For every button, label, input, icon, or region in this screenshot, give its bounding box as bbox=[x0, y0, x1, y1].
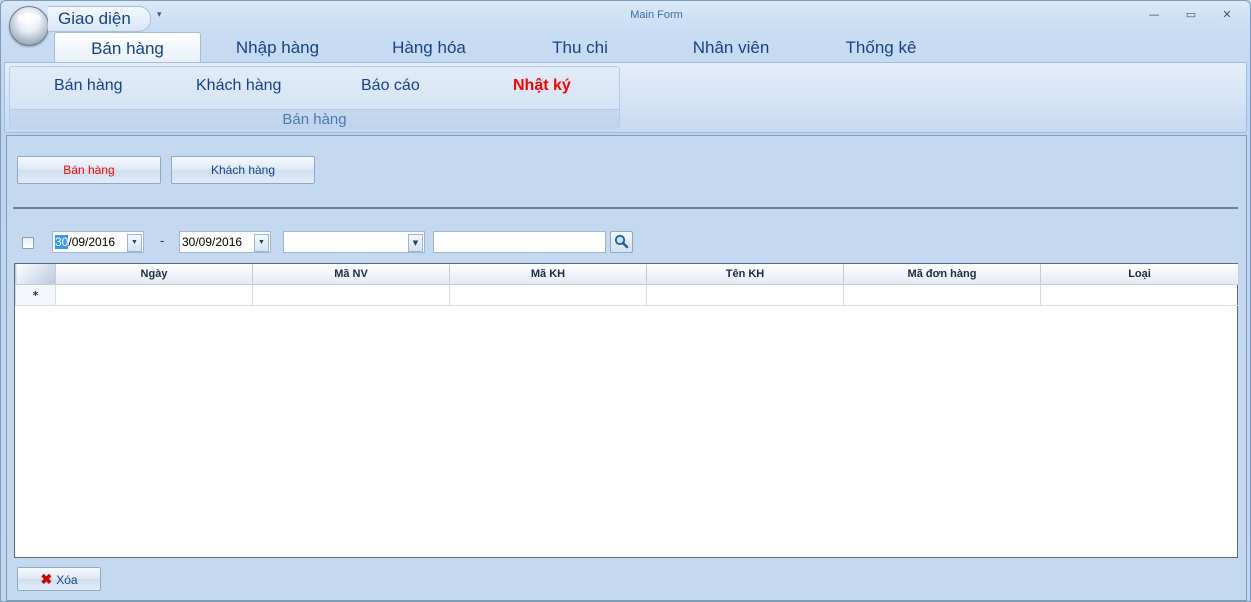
to-date-text: 30/09/2016 bbox=[182, 235, 243, 249]
ban-hang-button[interactable]: Bán hàng bbox=[17, 156, 161, 184]
window-title: Main Form bbox=[630, 9, 683, 21]
separator-line bbox=[13, 207, 1238, 209]
ribbon-button-nhat-ky[interactable]: Nhật ký bbox=[513, 77, 571, 95]
from-date-text: 30/09/2016 bbox=[55, 232, 115, 252]
chevron-down-icon[interactable]: ▼ bbox=[408, 234, 423, 252]
grid-cell[interactable] bbox=[252, 284, 450, 306]
from-date-picker[interactable]: 30/09/2016 ▼ bbox=[52, 231, 144, 253]
chevron-down-icon[interactable]: ▼ bbox=[127, 234, 142, 252]
tab-thu-chi[interactable]: Thu chi bbox=[504, 32, 656, 63]
tab-hang-hoa[interactable]: Hàng hóa bbox=[354, 32, 504, 63]
tab-thong-ke[interactable]: Thống kê bbox=[806, 32, 956, 63]
filter-combo[interactable]: ▼ bbox=[283, 231, 425, 253]
to-date-picker[interactable]: 30/09/2016 ▼ bbox=[179, 231, 271, 253]
ribbon-button-ban-hang[interactable]: Bán hàng bbox=[54, 77, 123, 95]
new-row[interactable]: * bbox=[15, 284, 1239, 306]
main-window: Giao diện ▾ Main Form — ▭ ✕ Bán hàng Nhậ… bbox=[0, 0, 1251, 602]
grid-cell[interactable] bbox=[449, 284, 647, 306]
chevron-down-icon[interactable]: ▼ bbox=[254, 234, 269, 252]
magnifier-icon bbox=[614, 234, 629, 249]
minimize-button[interactable]: — bbox=[1140, 7, 1168, 23]
column-header-ma-kh[interactable]: Mã KH bbox=[449, 264, 647, 285]
maximize-button[interactable]: ▭ bbox=[1177, 7, 1205, 23]
ribbon-group-ban-hang: Bán hàng Khách hàng Báo cáo Nhật ký Bán … bbox=[9, 66, 620, 129]
from-date-rest: /09/2016 bbox=[68, 235, 116, 249]
tab-nhap-hang[interactable]: Nhập hàng bbox=[204, 32, 351, 63]
grid-cell[interactable] bbox=[55, 284, 253, 306]
content-panel: Bán hàng Khách hàng 30/09/2016 ▼ - 30/09… bbox=[6, 135, 1247, 601]
column-header-ma-nv[interactable]: Mã NV bbox=[252, 264, 450, 285]
khach-hang-button[interactable]: Khách hàng bbox=[171, 156, 315, 184]
from-date-day: 30 bbox=[55, 235, 69, 249]
date-range-separator: - bbox=[160, 234, 165, 248]
data-grid: Ngày Mã NV Mã KH Tên KH Mã đơn hàng Loại… bbox=[14, 263, 1239, 558]
tab-nhan-vien[interactable]: Nhân viên bbox=[656, 32, 806, 63]
column-header-ten-kh[interactable]: Tên KH bbox=[646, 264, 844, 285]
column-header-loai[interactable]: Loại bbox=[1040, 264, 1239, 285]
grid-cell[interactable] bbox=[843, 284, 1041, 306]
grid-cell[interactable] bbox=[646, 284, 844, 306]
column-header-ma-don-hang[interactable]: Mã đơn hàng bbox=[843, 264, 1041, 285]
date-filter-checkbox[interactable] bbox=[22, 237, 34, 249]
x-icon: ✖ bbox=[40, 571, 53, 587]
new-row-marker[interactable]: * bbox=[15, 284, 56, 306]
close-button[interactable]: ✕ bbox=[1213, 7, 1241, 23]
delete-label: Xóa bbox=[56, 573, 78, 587]
column-header-ngay[interactable]: Ngày bbox=[55, 264, 253, 285]
search-input[interactable] bbox=[433, 231, 606, 253]
ribbon-button-khach-hang[interactable]: Khách hàng bbox=[196, 77, 281, 95]
grid-cell[interactable] bbox=[1040, 284, 1239, 306]
ribbon-group-label: Bán hàng bbox=[10, 109, 619, 129]
ribbon-button-bao-cao[interactable]: Báo cáo bbox=[361, 77, 420, 95]
ribbon-tabs: Bán hàng Nhập hàng Hàng hóa Thu chi Nhân… bbox=[54, 32, 1244, 64]
grid-corner-header[interactable] bbox=[15, 264, 56, 285]
tab-ban-hang[interactable]: Bán hàng bbox=[54, 32, 201, 64]
delete-button[interactable]: ✖ Xóa bbox=[17, 567, 101, 591]
ribbon-panel: Bán hàng Khách hàng Báo cáo Nhật ký Bán … bbox=[4, 62, 1247, 133]
search-button[interactable] bbox=[610, 231, 633, 253]
